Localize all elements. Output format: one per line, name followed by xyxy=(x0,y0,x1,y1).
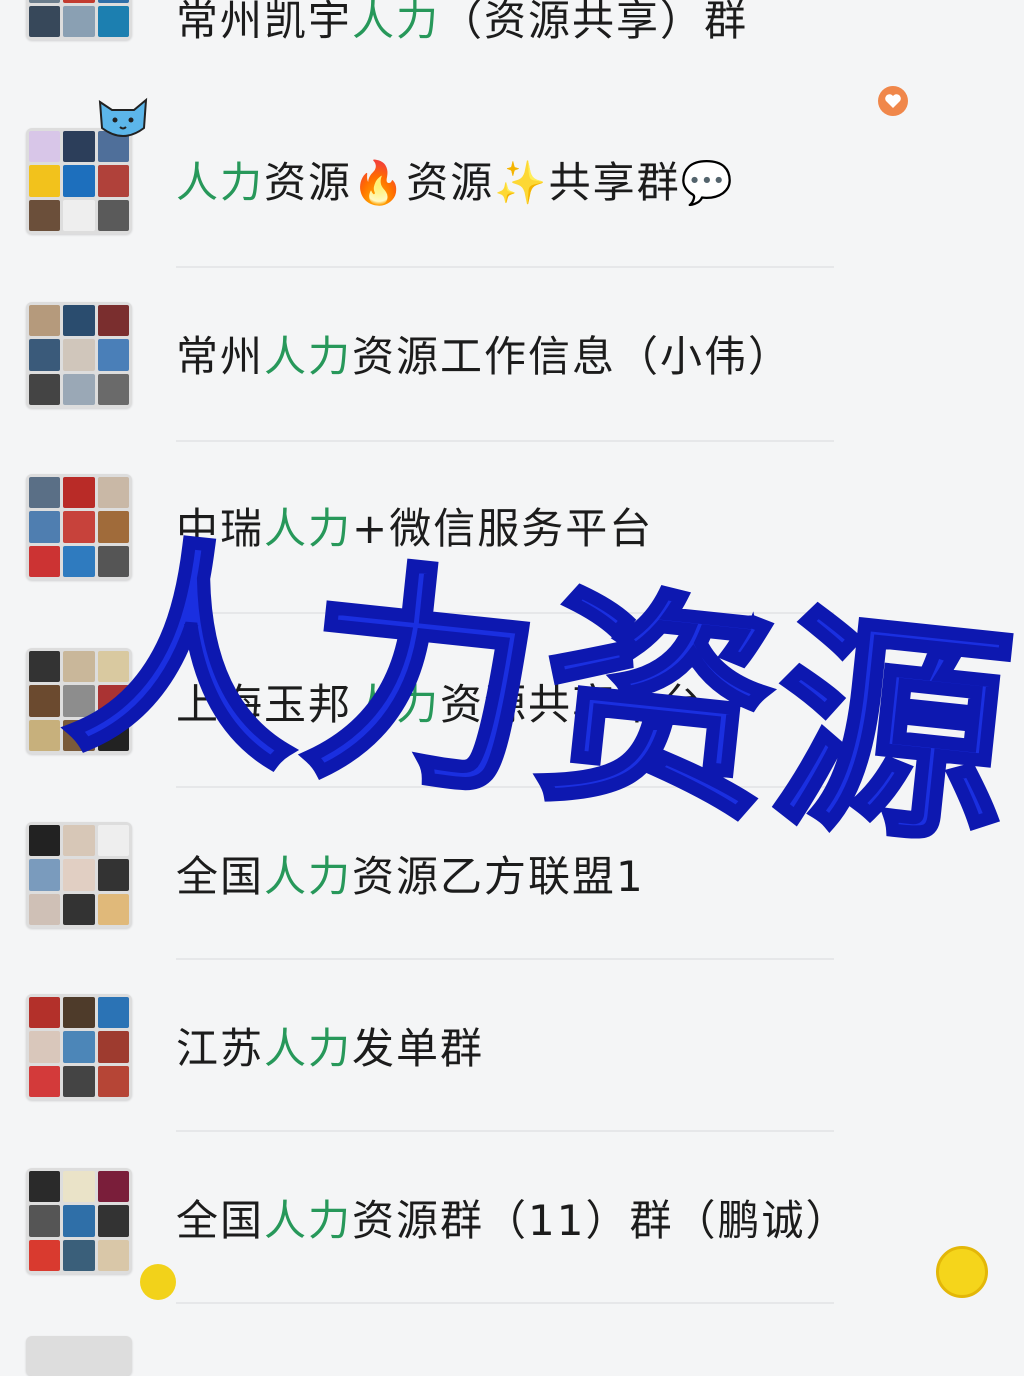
group-avatar xyxy=(26,302,132,408)
chat-row[interactable]: 人力资源🔥资源✨共享群💬 xyxy=(0,100,1024,272)
row-divider xyxy=(176,1302,834,1304)
row-divider xyxy=(176,440,834,442)
heart-icon xyxy=(878,86,908,116)
group-avatar xyxy=(26,822,132,928)
chat-row[interactable]: 江苏人力发单群 xyxy=(0,960,1024,1132)
group-avatar xyxy=(26,128,132,234)
group-avatar xyxy=(26,994,132,1100)
sun-badge-icon xyxy=(140,1264,176,1300)
chat-title: 全国人力资源群（11）群（鹏诚） xyxy=(176,1196,850,1245)
chat-title: 常州人力资源工作信息（小伟） xyxy=(176,332,793,381)
group-avatar xyxy=(26,1168,132,1274)
chat-row[interactable]: 常州凯宇人力（资源共享）群 xyxy=(0,0,1024,106)
chat-title: 江苏人力发单群 xyxy=(176,1024,485,1073)
row-divider xyxy=(176,266,834,268)
chat-title: 常州凯宇人力（资源共享）群 xyxy=(176,0,749,45)
group-avatar xyxy=(26,0,132,40)
chat-row[interactable]: 常州人力资源工作信息（小伟） xyxy=(0,272,1024,444)
group-avatar xyxy=(26,1336,132,1376)
lemon-icon xyxy=(936,1246,988,1298)
cat-sticker-icon xyxy=(98,97,148,137)
chat-title: 人力资源🔥资源✨共享群💬 xyxy=(176,158,735,207)
